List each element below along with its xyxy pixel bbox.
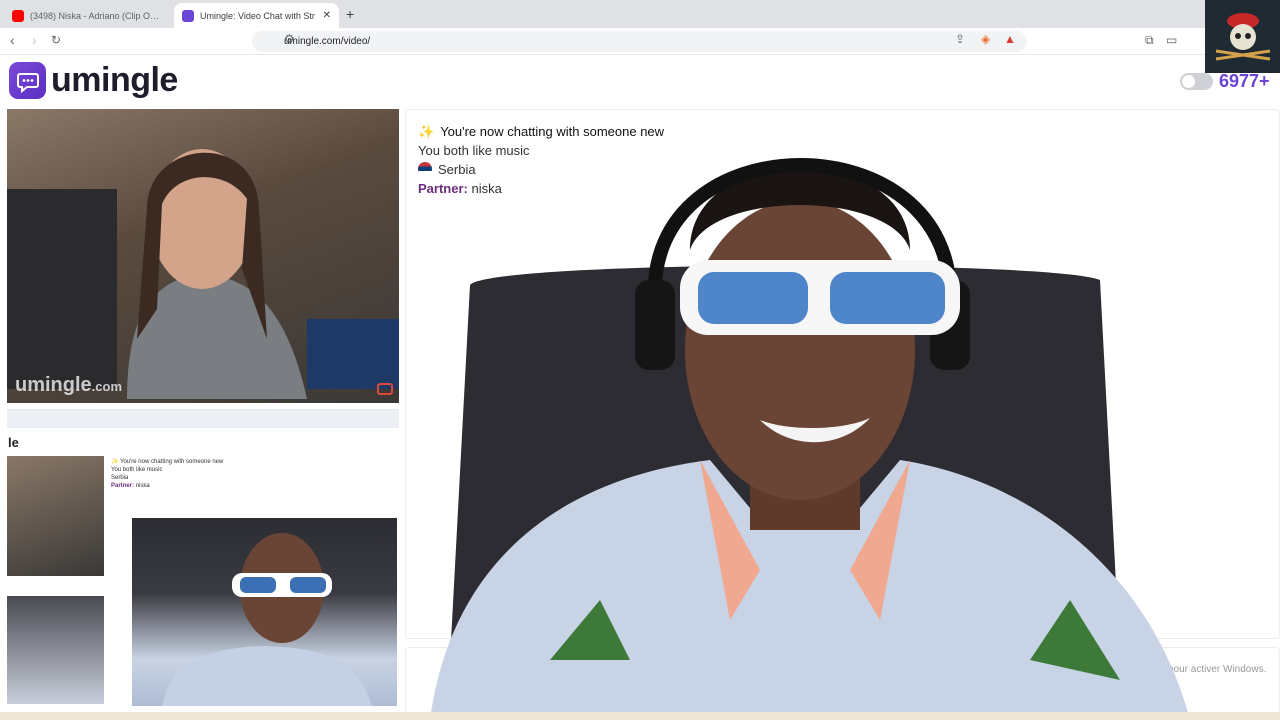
tab-title: (3498) Niska - Adriano (Clip Officiel) xyxy=(30,10,161,21)
taskbar-strip xyxy=(0,712,1280,720)
site-info-icon[interactable]: ⚙ xyxy=(284,32,295,46)
stranger-person-image xyxy=(7,149,399,399)
umingle-favicon-icon xyxy=(182,9,194,22)
tab-title: Umingle: Video Chat with Str xyxy=(200,10,315,21)
browser-toolbar: ‹ › ↻ ☐ umingle.com/video/ ⚙ ⇪ ◈ ▲ ⧉ ▭ xyxy=(0,28,1280,55)
address-bar[interactable]: umingle.com/video/ xyxy=(252,31,1027,52)
nested-self-video xyxy=(7,596,104,704)
nested-self-cam xyxy=(132,518,397,706)
report-icon[interactable] xyxy=(377,383,393,395)
close-tab-icon[interactable]: ✕ xyxy=(319,10,331,21)
share-icon[interactable]: ⇪ xyxy=(955,32,965,46)
reload-icon[interactable]: ↻ xyxy=(51,33,61,47)
rewards-icon[interactable]: ▲ xyxy=(1004,32,1016,46)
sidebar-icon[interactable]: ▭ xyxy=(1166,33,1177,47)
nested-heading: le xyxy=(8,435,19,450)
skull-logo-icon xyxy=(1215,12,1270,60)
chat-bubble-icon xyxy=(9,62,46,99)
tab-youtube[interactable]: (3498) Niska - Adriano (Clip Officiel) xyxy=(4,3,169,28)
self-webcam-overlay xyxy=(430,158,1190,720)
nested-stranger-video xyxy=(7,456,104,576)
forward-icon[interactable]: › xyxy=(32,32,37,48)
pirate-logo-overlay xyxy=(1205,0,1280,73)
dark-mode-toggle[interactable] xyxy=(1180,73,1213,90)
watermark: umingle.com xyxy=(15,374,123,396)
url-text: umingle.com/video/ xyxy=(284,36,371,47)
nested-chat: ✨ You're now chatting with someone new Y… xyxy=(111,459,224,489)
youtube-icon xyxy=(12,9,24,22)
extensions-icon[interactable]: ⧉ xyxy=(1145,33,1154,48)
umingle-logo[interactable]: umingle xyxy=(9,61,178,100)
logo-text: umingle xyxy=(51,61,178,99)
nested-browser-bar xyxy=(7,410,399,428)
brave-shield-icon[interactable]: ◈ xyxy=(981,32,990,46)
browser-tab-bar: (3498) Niska - Adriano (Clip Officiel) U… xyxy=(0,0,1280,28)
online-count: 6977+ xyxy=(1219,71,1270,91)
new-tab-icon[interactable]: + xyxy=(346,6,354,22)
nested-screenshot: le ✨ You're now chatting with someone ne… xyxy=(7,409,399,706)
back-icon[interactable]: ‹ xyxy=(10,32,15,48)
tab-umingle[interactable]: Umingle: Video Chat with Str ✕ xyxy=(174,3,339,28)
stranger-video: umingle.com xyxy=(7,109,399,403)
